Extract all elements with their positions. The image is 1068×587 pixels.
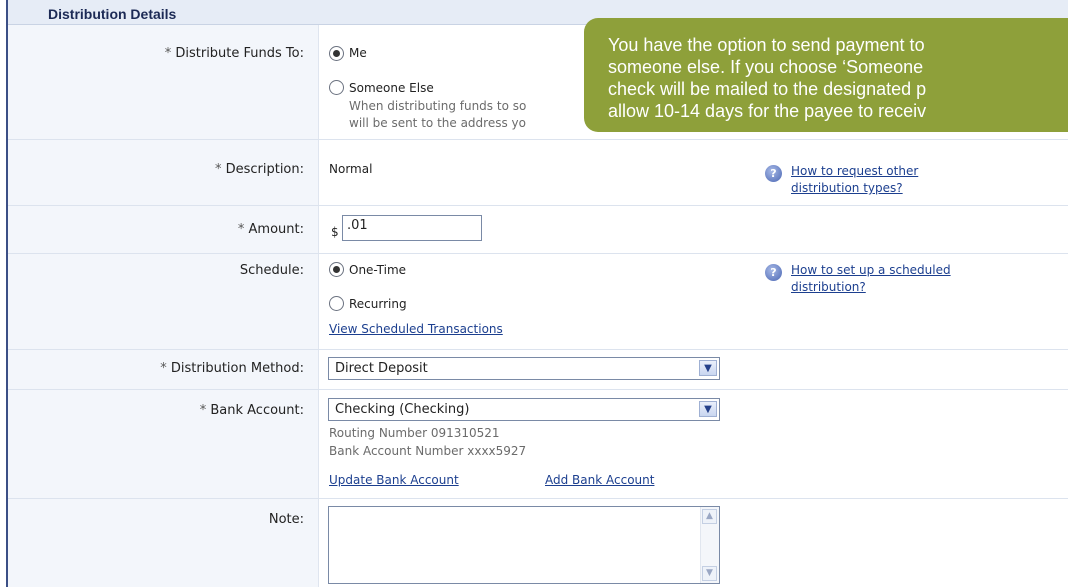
radio-one-time[interactable] — [329, 262, 344, 277]
scheduled-distribution-help-link-line2[interactable]: distribution? — [791, 280, 866, 294]
distribute-to-label: * Distribute Funds To: — [164, 46, 304, 61]
someone-else-note-line1: When distributing funds to so — [349, 99, 527, 113]
row-divider — [8, 498, 1068, 499]
schedule-label: Schedule: — [239, 263, 304, 278]
help-icon[interactable]: ? — [765, 165, 782, 182]
view-scheduled-transactions-link[interactable]: View Scheduled Transactions — [329, 322, 503, 336]
bank-account-select[interactable]: Checking (Checking) ▼ — [328, 398, 720, 421]
description-label: * Description: — [214, 162, 304, 177]
bank-account-label: * Bank Account: — [199, 403, 304, 418]
bank-account-number: Bank Account Number xxxx5927 — [329, 444, 527, 458]
distribution-form-page: Distribution Details * Distribute Funds … — [0, 0, 1068, 587]
radio-recurring[interactable] — [329, 296, 344, 311]
chevron-down-icon[interactable]: ▼ — [699, 360, 717, 376]
request-other-types-link-line2[interactable]: distribution types? — [791, 181, 903, 195]
page-left-margin — [0, 0, 4, 587]
description-value: Normal — [329, 162, 373, 176]
distribution-method-select[interactable]: Direct Deposit ▼ — [328, 357, 720, 380]
radio-one-time-label: One-Time — [349, 263, 407, 277]
update-bank-account-link[interactable]: Update Bank Account — [329, 473, 459, 487]
distribution-method-label: * Distribution Method: — [160, 361, 304, 376]
tooltip-callout: You have the option to send payment to s… — [584, 18, 1068, 132]
amount-label: * Amount: — [237, 222, 304, 237]
row-divider — [8, 139, 1068, 140]
section-title: Distribution Details — [48, 6, 177, 22]
note-scrollbar[interactable]: ▲ ▼ — [700, 507, 719, 583]
add-bank-account-link[interactable]: Add Bank Account — [545, 473, 654, 487]
scheduled-distribution-help-link-line1[interactable]: How to set up a scheduled — [791, 263, 951, 277]
note-textarea[interactable]: ▲ ▼ — [328, 506, 720, 584]
help-icon[interactable]: ? — [765, 264, 782, 281]
radio-someone-else[interactable] — [329, 80, 344, 95]
bank-account-value: Checking (Checking) — [335, 402, 470, 417]
currency-symbol: $ — [331, 225, 339, 239]
label-column — [8, 25, 319, 587]
tooltip-line: check will be mailed to the designated p — [608, 79, 927, 99]
tooltip-line: someone else. If you choose ‘Someone — [608, 57, 924, 77]
radio-me-label: Me — [349, 46, 367, 60]
request-other-types-link-line1[interactable]: How to request other — [791, 164, 918, 178]
tooltip-line: You have the option to send payment to — [608, 35, 925, 55]
row-divider — [8, 389, 1068, 390]
tooltip-line: allow 10-14 days for the payee to receiv — [608, 101, 927, 121]
radio-someone-else-label: Someone Else — [349, 81, 434, 95]
row-divider — [8, 205, 1068, 206]
note-label: Note: — [268, 512, 304, 527]
chevron-down-icon[interactable]: ▼ — [699, 401, 717, 417]
someone-else-note-line2: will be sent to the address yo — [349, 116, 526, 130]
scroll-up-icon[interactable]: ▲ — [702, 509, 717, 524]
amount-input[interactable]: .01 — [342, 215, 482, 241]
routing-number: Routing Number 091310521 — [329, 426, 500, 440]
row-divider — [8, 253, 1068, 254]
row-divider — [8, 349, 1068, 350]
amount-input-value: .01 — [347, 218, 368, 233]
radio-recurring-label: Recurring — [349, 297, 407, 311]
scroll-down-icon[interactable]: ▼ — [702, 566, 717, 581]
radio-me[interactable] — [329, 46, 344, 61]
distribution-method-value: Direct Deposit — [335, 361, 428, 376]
